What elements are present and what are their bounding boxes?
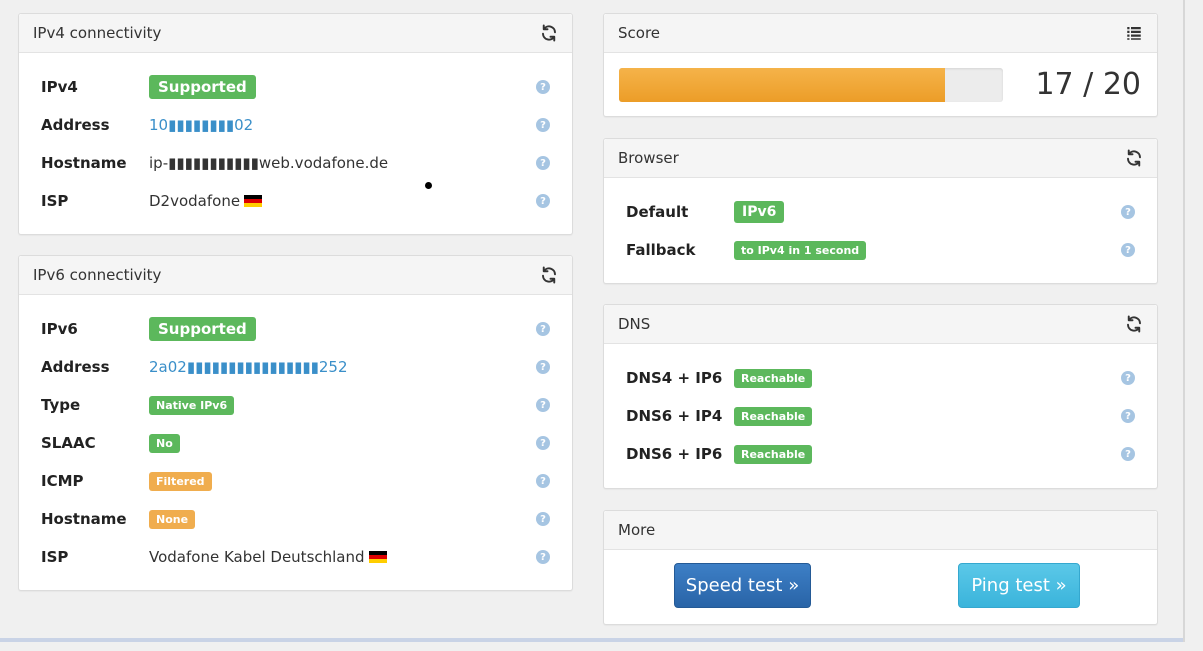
dns-status-badge: Reachable xyxy=(734,444,813,464)
help-icon[interactable]: ? xyxy=(536,194,550,208)
ping-test-button[interactable]: Ping test » xyxy=(958,563,1080,608)
ipv4-panel: IPv4 connectivity IPv4 Supported ? Addre… xyxy=(18,13,573,235)
page-right-edge xyxy=(1183,0,1185,642)
ipv4-supported-badge: Supported xyxy=(149,75,256,99)
ipv4-isp: D2vodafone xyxy=(149,192,241,210)
more-panel: More Speed test » Ping test » xyxy=(603,510,1158,625)
ipv6-supported-badge: Supported xyxy=(149,317,256,341)
ipv6-row: IPv6 Supported ? xyxy=(41,317,550,341)
help-icon[interactable]: ? xyxy=(1121,409,1135,423)
score-progress-fill xyxy=(619,68,946,102)
row-label: Type xyxy=(41,396,81,414)
help-icon[interactable]: ? xyxy=(536,322,550,336)
ipv4-row: IPv4 Supported ? xyxy=(41,75,550,99)
row-label: Default xyxy=(626,203,689,221)
hostname-row: Hostname ip-▮▮▮▮▮▮▮▮▮▮▮web.vodafone.de ? xyxy=(41,151,550,175)
speed-test-button[interactable]: Speed test » xyxy=(674,563,811,608)
ipv4-hostname: ip-▮▮▮▮▮▮▮▮▮▮▮web.vodafone.de xyxy=(149,154,389,172)
isp-row: ISP D2vodafone ? xyxy=(41,189,550,213)
type-row: Type Native IPv6 ? xyxy=(41,393,550,417)
help-icon[interactable]: ? xyxy=(536,118,550,132)
help-icon[interactable]: ? xyxy=(536,360,550,374)
row-label: Hostname xyxy=(41,510,127,528)
dns-panel: DNS DNS4 + IP6 Reachable ? DNS6 + IP4 Re… xyxy=(603,304,1158,489)
more-panel-header: More xyxy=(604,511,1157,550)
help-icon[interactable]: ? xyxy=(536,436,550,450)
slaac-badge: No xyxy=(149,433,180,453)
type-badge: Native IPv6 xyxy=(149,395,235,415)
dns-status-badge: Reachable xyxy=(734,368,813,388)
score-progress-bar xyxy=(619,68,1003,102)
refresh-icon[interactable] xyxy=(540,24,558,42)
selection-dot xyxy=(425,182,432,189)
dns6-ip4-row: DNS6 + IP4 Reachable ? xyxy=(626,404,1135,428)
help-icon[interactable]: ? xyxy=(536,474,550,488)
help-icon[interactable]: ? xyxy=(1121,447,1135,461)
fallback-badge: to IPv4 in 1 second xyxy=(734,240,867,260)
refresh-icon[interactable] xyxy=(1125,149,1143,167)
refresh-icon[interactable] xyxy=(540,266,558,284)
list-icon[interactable] xyxy=(1125,24,1143,42)
icmp-row: ICMP Filtered ? xyxy=(41,469,550,493)
score-panel-title: Score xyxy=(618,24,661,42)
help-icon[interactable]: ? xyxy=(536,80,550,94)
browser-panel: Browser Default IPv6 ? Fallback to IPv4 … xyxy=(603,138,1158,284)
browser-panel-header: Browser xyxy=(604,139,1157,178)
score-value: 17 / 20 xyxy=(1035,67,1141,102)
dns-panel-header: DNS xyxy=(604,305,1157,344)
browser-panel-title: Browser xyxy=(618,149,679,167)
help-icon[interactable]: ? xyxy=(1121,243,1135,257)
row-label: DNS6 + IP4 xyxy=(626,407,723,425)
row-label: Hostname xyxy=(41,154,127,172)
ipv4-panel-header: IPv4 connectivity xyxy=(19,14,572,53)
icmp-badge: Filtered xyxy=(149,471,212,491)
help-icon[interactable]: ? xyxy=(536,550,550,564)
row-label: SLAAC xyxy=(41,434,96,452)
row-label: DNS6 + IP6 xyxy=(626,445,723,463)
row-label: Address xyxy=(41,116,110,134)
address-row: Address 10▮▮▮▮▮▮▮▮02 ? xyxy=(41,113,550,137)
ipv6-address-link[interactable]: 2a02▮▮▮▮▮▮▮▮▮▮▮▮▮▮▮▮252 xyxy=(149,358,348,376)
refresh-icon[interactable] xyxy=(1125,315,1143,333)
help-icon[interactable]: ? xyxy=(1121,371,1135,385)
row-label: Address xyxy=(41,358,110,376)
row-label: ICMP xyxy=(41,472,84,490)
isp-row: ISP Vodafone Kabel Deutschland ? xyxy=(41,545,550,569)
dns-panel-title: DNS xyxy=(618,315,651,333)
dns-status-badge: Reachable xyxy=(734,406,813,426)
ipv4-panel-title: IPv4 connectivity xyxy=(33,24,162,42)
more-panel-title: More xyxy=(618,521,656,539)
row-label: ISP xyxy=(41,192,69,210)
dns4-ip6-row: DNS4 + IP6 Reachable ? xyxy=(626,366,1135,390)
hostname-badge: None xyxy=(149,509,196,529)
score-panel-header: Score xyxy=(604,14,1157,53)
dns6-ip6-row: DNS6 + IP6 Reachable ? xyxy=(626,442,1135,466)
slaac-row: SLAAC No ? xyxy=(41,431,550,455)
score-panel: Score 17 / 20 xyxy=(603,13,1158,117)
row-label: IPv6 xyxy=(41,320,78,338)
ipv4-address-link[interactable]: 10▮▮▮▮▮▮▮▮02 xyxy=(149,116,253,134)
default-row: Default IPv6 ? xyxy=(626,200,1135,224)
page-bottom-edge xyxy=(0,638,1183,642)
address-row: Address 2a02▮▮▮▮▮▮▮▮▮▮▮▮▮▮▮▮252 ? xyxy=(41,355,550,379)
row-label: Fallback xyxy=(626,241,696,259)
row-label: ISP xyxy=(41,548,69,566)
help-icon[interactable]: ? xyxy=(1121,205,1135,219)
row-label: IPv4 xyxy=(41,78,78,96)
row-label: DNS4 + IP6 xyxy=(626,369,723,387)
ipv6-isp: Vodafone Kabel Deutschland xyxy=(149,548,365,566)
german-flag-icon xyxy=(244,195,263,207)
ipv6-panel-header: IPv6 connectivity xyxy=(19,256,572,295)
help-icon[interactable]: ? xyxy=(536,398,550,412)
ipv6-panel-title: IPv6 connectivity xyxy=(33,266,162,284)
help-icon[interactable]: ? xyxy=(536,156,550,170)
hostname-row: Hostname None ? xyxy=(41,507,550,531)
ipv6-panel: IPv6 connectivity IPv6 Supported ? Addre… xyxy=(18,255,573,591)
german-flag-icon xyxy=(368,551,387,563)
default-badge: IPv6 xyxy=(734,201,785,223)
fallback-row: Fallback to IPv4 in 1 second ? xyxy=(626,238,1135,262)
help-icon[interactable]: ? xyxy=(536,512,550,526)
